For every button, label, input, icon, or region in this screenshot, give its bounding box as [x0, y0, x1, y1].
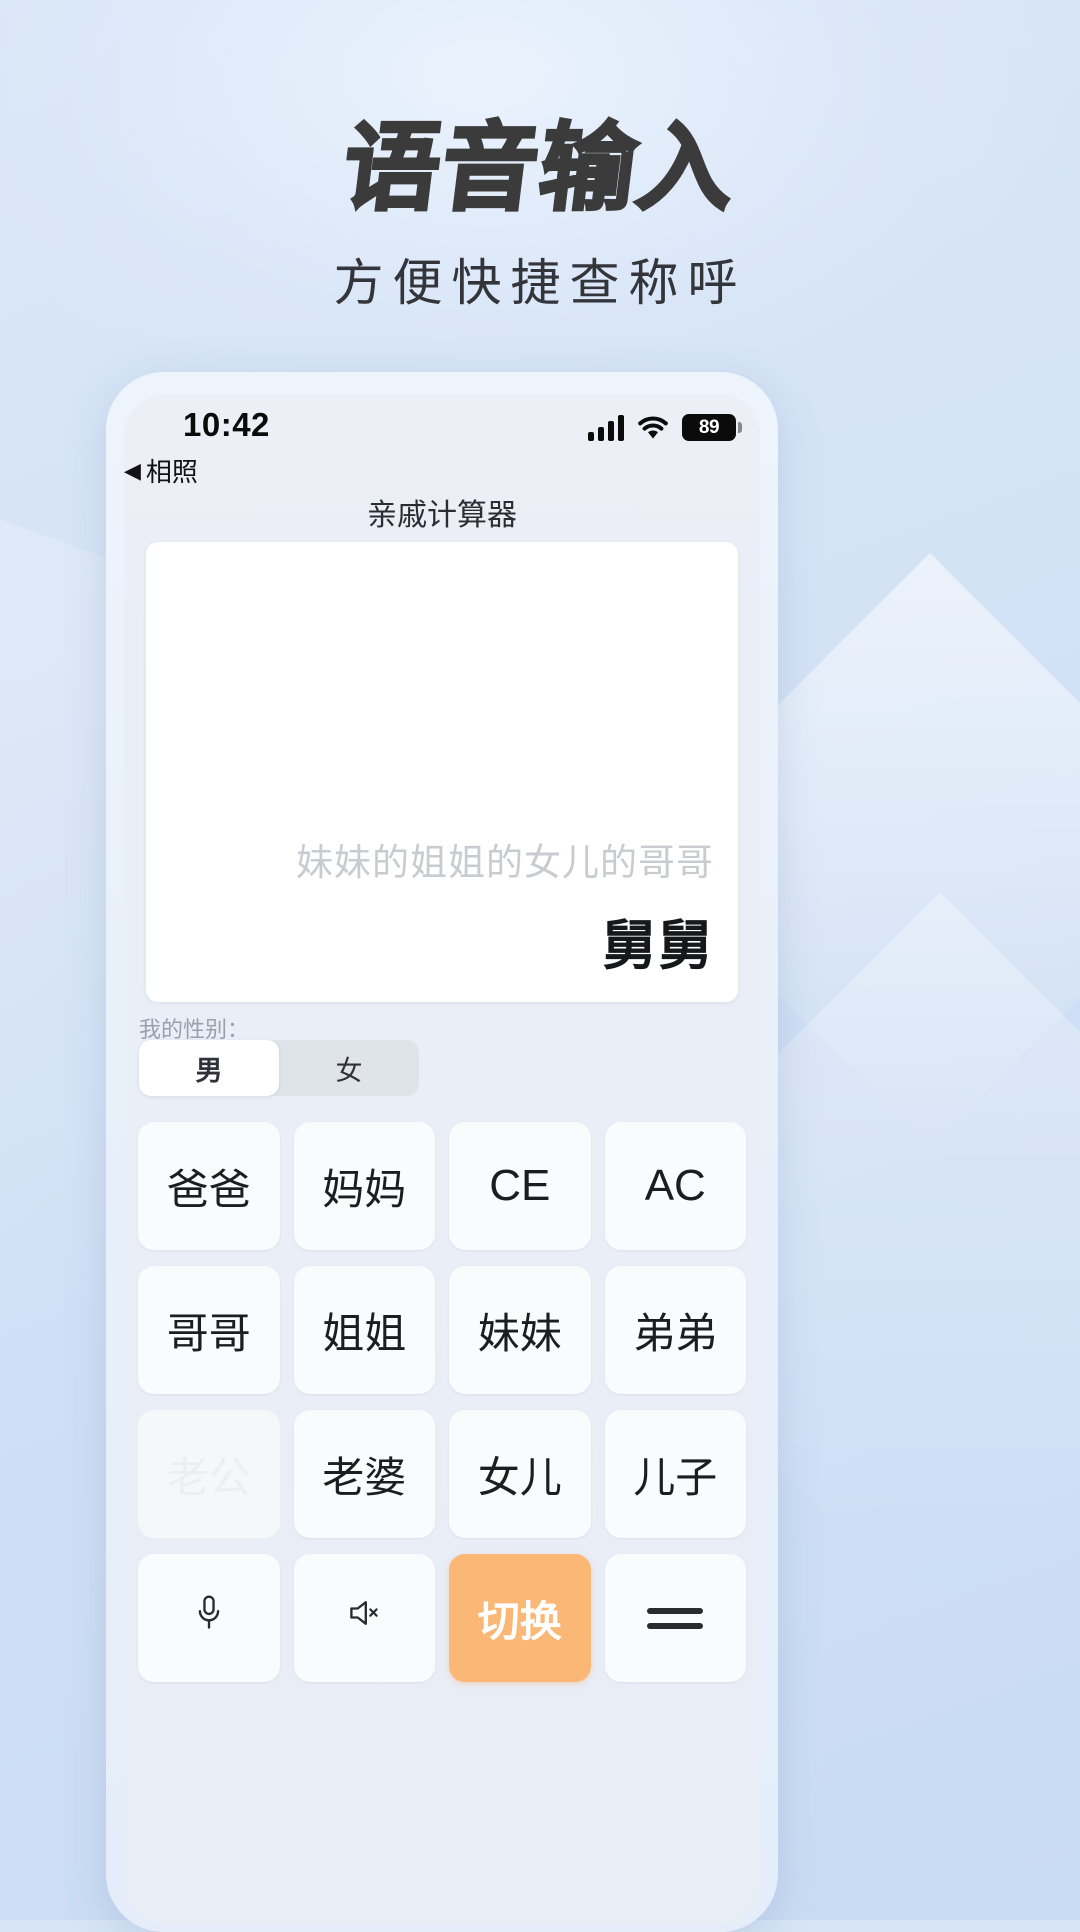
key-wife[interactable]: 老婆: [293, 1410, 435, 1538]
wifi-icon: [637, 415, 669, 441]
promo-subheadline: 方便快捷查称呼: [333, 255, 747, 311]
gender-segmented-control[interactable]: 男 女: [139, 1040, 419, 1096]
phone-screen: 10:42 ◀ 相照 89 亲戚计算器 妹妹的姐姐的女儿的哥哥 舅舅 我的性别：…: [124, 394, 760, 1924]
key-mute-toggle[interactable]: [293, 1554, 435, 1682]
gender-option-female[interactable]: 女: [279, 1040, 419, 1096]
key-ce[interactable]: CE: [449, 1122, 591, 1250]
key-elder-brother[interactable]: 哥哥: [138, 1266, 280, 1394]
speaker-mute-icon: [346, 1593, 382, 1643]
key-ac[interactable]: AC: [604, 1122, 746, 1250]
back-caret-icon: ◀: [124, 457, 141, 483]
microphone-icon: [191, 1593, 227, 1643]
status-time: 10:42: [183, 406, 270, 443]
signal-bars-icon: [588, 415, 624, 441]
key-younger-sister[interactable]: 妹妹: [449, 1266, 591, 1394]
expression-text: 妹妹的姐姐的女儿的哥哥: [296, 842, 714, 883]
key-younger-brother[interactable]: 弟弟: [604, 1266, 746, 1394]
phone-frame: 10:42 ◀ 相照 89 亲戚计算器 妹妹的姐姐的女儿的哥哥 舅舅 我的性别：…: [106, 372, 778, 1932]
promo-headline: 语音输入: [336, 111, 745, 226]
calculator-display: 妹妹的姐姐的女儿的哥哥 舅舅: [146, 542, 738, 1002]
status-bar: 10:42 ◀ 相照 89: [124, 394, 760, 487]
key-mother[interactable]: 妈妈: [293, 1122, 435, 1250]
key-daughter[interactable]: 女儿: [449, 1410, 591, 1538]
gender-option-male[interactable]: 男: [139, 1040, 279, 1096]
app-title: 亲戚计算器: [367, 499, 517, 532]
status-indicators: 89: [588, 414, 742, 441]
battery-level-label: 89: [698, 416, 720, 438]
back-app-label: 相照: [145, 457, 198, 487]
key-voice-input[interactable]: [138, 1554, 280, 1682]
back-to-app-link[interactable]: ◀ 相照: [124, 452, 198, 489]
key-equals[interactable]: [604, 1554, 746, 1682]
key-elder-sister[interactable]: 姐姐: [293, 1266, 435, 1394]
key-father[interactable]: 爸爸: [138, 1122, 280, 1250]
key-husband: 老公: [138, 1410, 280, 1538]
key-switch[interactable]: 切换: [449, 1554, 591, 1682]
equals-icon: [647, 1607, 704, 1629]
battery-icon: 89: [682, 414, 742, 441]
key-son[interactable]: 儿子: [604, 1410, 746, 1538]
keypad: 爸爸 妈妈 CE AC 哥哥 姐姐 妹妹 弟弟 老公 老婆 女儿 儿子 切换: [138, 1122, 746, 1682]
result-text: 舅舅: [602, 916, 714, 976]
